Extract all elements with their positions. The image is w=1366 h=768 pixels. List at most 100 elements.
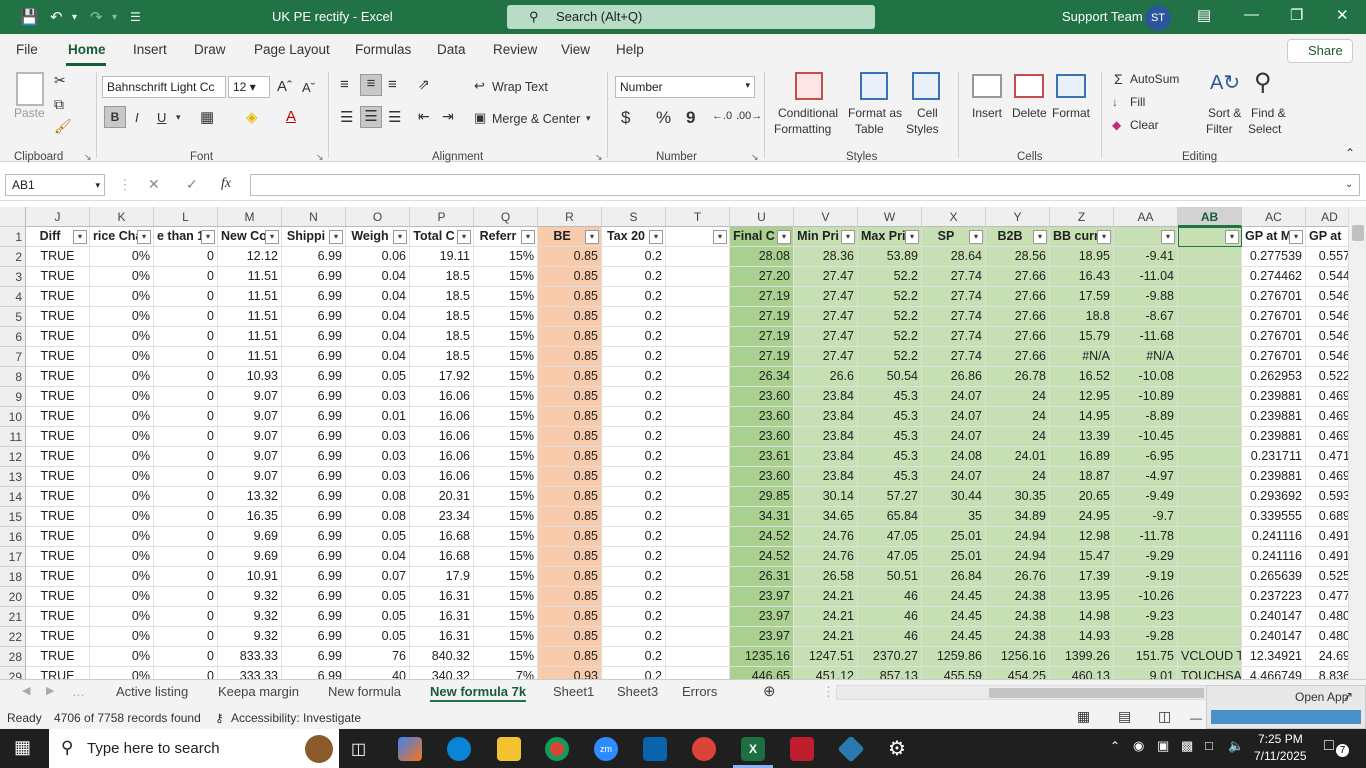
table-cell[interactable]: 24.07 xyxy=(922,387,986,407)
table-cell[interactable]: 1399.26 xyxy=(1050,647,1114,667)
table-cell[interactable]: 23.97 xyxy=(730,607,794,627)
table-cell[interactable]: 15% xyxy=(474,247,538,267)
sort-filter-button[interactable]: Sort & xyxy=(1208,106,1241,120)
table-cell[interactable]: 0.03 xyxy=(346,467,410,487)
table-cell[interactable]: 0.2 xyxy=(602,247,666,267)
table-cell[interactable]: 18.5 xyxy=(410,287,474,307)
table-cell[interactable] xyxy=(666,447,730,467)
table-cell[interactable]: 9.69 xyxy=(218,547,282,567)
table-cell[interactable]: 17.39 xyxy=(1050,567,1114,587)
table-cell[interactable]: 24.38 xyxy=(986,627,1050,647)
table-cell[interactable] xyxy=(1178,507,1242,527)
table-cell[interactable]: 35 xyxy=(922,507,986,527)
table-cell[interactable]: -11.68 xyxy=(1114,327,1178,347)
table-cell[interactable]: 16.89 xyxy=(1050,447,1114,467)
table-cell[interactable]: 6.99 xyxy=(282,247,346,267)
tab-errors[interactable]: Errors xyxy=(682,684,717,699)
column-header-m[interactable]: M xyxy=(218,207,282,227)
column-header-aa[interactable]: AA xyxy=(1114,207,1178,227)
camera-icon[interactable]: ◉ xyxy=(1133,738,1144,754)
table-cell[interactable]: -10.08 xyxy=(1114,367,1178,387)
table-cell[interactable]: 24.52 xyxy=(730,547,794,567)
table-cell[interactable]: 6.99 xyxy=(282,627,346,647)
table-cell[interactable]: 26.34 xyxy=(730,367,794,387)
table-cell[interactable]: TRUE xyxy=(26,407,90,427)
table-cell[interactable]: 19.11 xyxy=(410,247,474,267)
menu-home[interactable]: Home xyxy=(68,42,106,57)
table-cell[interactable]: 0.241116 xyxy=(1242,527,1306,547)
table-cell[interactable]: 18.5 xyxy=(410,327,474,347)
table-cell[interactable]: -9.41 xyxy=(1114,247,1178,267)
table-cell[interactable]: TRUE xyxy=(26,507,90,527)
format-as-table-icon[interactable] xyxy=(860,72,888,100)
table-cell[interactable]: TRUE xyxy=(26,627,90,647)
row-header[interactable]: 13 xyxy=(0,467,26,487)
filter-dropdown-icon[interactable]: ▾ xyxy=(73,230,87,244)
table-cell[interactable]: 15% xyxy=(474,627,538,647)
filter-dropdown-icon[interactable]: ▾ xyxy=(969,230,983,244)
row-header[interactable]: 9 xyxy=(0,387,26,407)
table-cell[interactable]: 0.477 xyxy=(1306,587,1354,607)
column-header-x[interactable]: X xyxy=(922,207,986,227)
table-cell[interactable]: 0.239881 xyxy=(1242,467,1306,487)
table-cell[interactable]: 0.2 xyxy=(602,547,666,567)
table-cell[interactable] xyxy=(666,547,730,567)
table-cell[interactable] xyxy=(1178,407,1242,427)
decrease-decimal-icon[interactable]: .00→ xyxy=(736,110,762,122)
table-cell[interactable]: 10.93 xyxy=(218,367,282,387)
table-cell[interactable]: 340.32 xyxy=(410,667,474,679)
row-header[interactable]: 22 xyxy=(0,627,26,647)
table-cell[interactable]: 24 xyxy=(986,407,1050,427)
align-right-icon[interactable]: ☰ xyxy=(388,108,401,126)
table-cell[interactable]: 0.04 xyxy=(346,307,410,327)
table-cell[interactable]: 23.97 xyxy=(730,627,794,647)
table-cell[interactable]: 15% xyxy=(474,307,538,327)
table-cell[interactable]: 24.21 xyxy=(794,607,858,627)
table-cell[interactable]: 46 xyxy=(858,607,922,627)
align-middle-icon[interactable]: ≡ xyxy=(360,74,382,96)
table-cell[interactable]: 23.61 xyxy=(730,447,794,467)
table-cell[interactable]: 4.466749 xyxy=(1242,667,1306,679)
table-cell[interactable]: 451.12 xyxy=(794,667,858,679)
table-cell[interactable]: 0.546 xyxy=(1306,287,1354,307)
table-cell[interactable]: 26.31 xyxy=(730,567,794,587)
table-cell[interactable]: -10.45 xyxy=(1114,427,1178,447)
table-cell[interactable]: -9.7 xyxy=(1114,507,1178,527)
table-cell[interactable]: 20.31 xyxy=(410,487,474,507)
tab-sheet3[interactable]: Sheet3 xyxy=(617,684,658,699)
table-cell[interactable]: 0.469 xyxy=(1306,387,1354,407)
column-header-y[interactable]: Y xyxy=(986,207,1050,227)
table-cell[interactable]: 0.480 xyxy=(1306,627,1354,647)
table-cell[interactable]: 0% xyxy=(90,387,154,407)
table-cell[interactable] xyxy=(666,587,730,607)
table-cell[interactable]: 0.239881 xyxy=(1242,387,1306,407)
normal-view-icon[interactable]: ▦ xyxy=(1077,708,1090,725)
table-cell[interactable]: 15% xyxy=(474,387,538,407)
page-layout-view-icon[interactable]: ▤ xyxy=(1118,708,1131,725)
table-cell[interactable]: -9.29 xyxy=(1114,547,1178,567)
table-cell[interactable]: 24.45 xyxy=(922,607,986,627)
table-cell[interactable]: TRUE xyxy=(26,667,90,679)
row-header[interactable]: 3 xyxy=(0,267,26,287)
cell-styles-button[interactable]: Cell xyxy=(917,106,938,120)
table-cell[interactable]: 0% xyxy=(90,307,154,327)
table-cell[interactable]: 12.95 xyxy=(1050,387,1114,407)
table-cell[interactable]: 0.544 xyxy=(1306,267,1354,287)
table-cell[interactable] xyxy=(666,667,730,679)
clear-button[interactable]: Clear xyxy=(1130,118,1159,132)
table-cell[interactable]: 0 xyxy=(154,387,218,407)
table-cell[interactable]: 27.19 xyxy=(730,347,794,367)
table-cell[interactable]: 0.2 xyxy=(602,647,666,667)
table-cell[interactable]: 15% xyxy=(474,567,538,587)
table-cell[interactable]: 24.45 xyxy=(922,627,986,647)
table-cell[interactable]: 16.35 xyxy=(218,507,282,527)
collapse-ribbon-icon[interactable]: ⌃ xyxy=(1345,146,1355,160)
menu-help[interactable]: Help xyxy=(616,42,644,57)
table-cell[interactable]: 833.33 xyxy=(218,647,282,667)
column-header-v[interactable]: V xyxy=(794,207,858,227)
table-cell[interactable]: 0.85 xyxy=(538,487,602,507)
network-icon[interactable]: □ xyxy=(1205,738,1213,753)
table-cell[interactable]: 27.66 xyxy=(986,267,1050,287)
table-cell[interactable]: 24.07 xyxy=(922,467,986,487)
table-cell[interactable] xyxy=(1178,347,1242,367)
